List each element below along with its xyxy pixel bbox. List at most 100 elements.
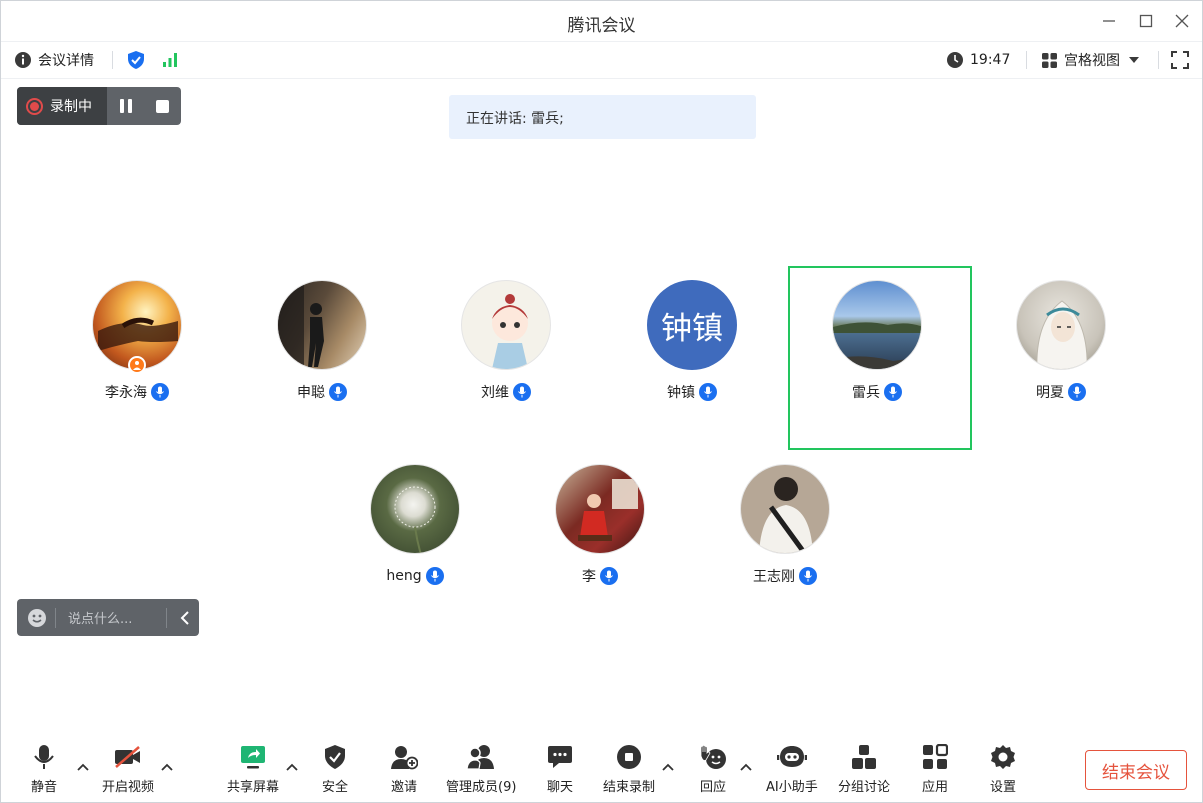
participant-name: 申聪	[297, 385, 325, 401]
participant-tile[interactable]: 李永海	[47, 280, 227, 402]
emoji-icon[interactable]	[27, 608, 47, 628]
apps-button[interactable]: 应用	[922, 744, 948, 795]
mic-icon	[600, 567, 618, 585]
maximize-button[interactable]	[1133, 9, 1159, 33]
avatar	[832, 280, 922, 370]
start-video-button[interactable]: 开启视频	[102, 744, 154, 795]
chevron-up-icon	[662, 763, 674, 771]
mute-label: 静音	[31, 780, 58, 795]
title-bar: 腾讯会议	[1, 1, 1202, 41]
avatar	[461, 280, 551, 370]
react-options-caret[interactable]	[739, 760, 753, 774]
microphone-icon	[34, 745, 54, 769]
security-status[interactable]	[126, 42, 146, 78]
breakout-rooms-button[interactable]: 分组讨论	[838, 744, 890, 795]
apps-grid-icon	[923, 744, 948, 769]
mic-icon	[425, 567, 444, 585]
caret-down-icon	[1129, 57, 1139, 63]
recording-label: 录制中	[50, 99, 92, 115]
manage-members-button[interactable]: 管理成员(9)	[446, 744, 516, 795]
illustration-girl-icon	[1036, 300, 1088, 369]
grid-view-icon	[1042, 52, 1057, 68]
avatar: 钟镇	[647, 280, 737, 370]
audio-options-caret[interactable]	[76, 760, 90, 774]
participant-tile[interactable]: 雷兵	[787, 280, 967, 402]
share-options-caret[interactable]	[285, 760, 299, 774]
share-screen-button[interactable]: 共享屏幕	[227, 744, 279, 795]
hand-emoji-icon	[700, 745, 726, 769]
record-options-caret[interactable]	[661, 760, 675, 774]
meeting-info-button[interactable]: 会议详情	[14, 42, 94, 78]
participant-name: 雷兵	[852, 385, 880, 401]
chevron-up-icon	[161, 763, 173, 771]
close-icon	[1175, 14, 1189, 28]
participant-tile[interactable]: 明夏	[971, 280, 1151, 402]
security-button[interactable]: 安全	[322, 744, 348, 795]
chat-button[interactable]: 聊天	[547, 744, 573, 795]
mic-speaking-icon	[884, 383, 902, 401]
participant-tile[interactable]: 钟镇 钟镇	[602, 280, 782, 402]
invite-label: 邀请	[390, 780, 417, 795]
video-options-caret[interactable]	[160, 760, 174, 774]
ai-assistant-button[interactable]: AI小助手	[766, 744, 818, 795]
avatar	[277, 280, 367, 370]
participant-name: 刘维	[481, 385, 509, 401]
chat-input[interactable]: 说点什么...	[68, 608, 162, 627]
stop-recording-toolbar-button[interactable]: 结束录制	[603, 744, 655, 795]
network-status[interactable]	[161, 42, 179, 78]
camera-off-icon	[115, 746, 140, 768]
participant-name: 王志刚	[753, 569, 795, 585]
participant-name: 钟镇	[667, 385, 695, 401]
signal-bars-icon	[163, 53, 177, 67]
breakout-rooms-label: 分组讨论	[838, 780, 891, 795]
react-button[interactable]: 回应	[698, 744, 728, 795]
avatar	[555, 464, 645, 554]
participant-tile[interactable]: 李	[510, 464, 690, 586]
clock-icon	[947, 52, 963, 68]
shield-check-icon	[325, 745, 345, 769]
minimize-button[interactable]	[1096, 9, 1122, 33]
fullscreen-icon	[1171, 51, 1189, 69]
avatar-initials: 钟镇	[661, 310, 723, 347]
chevron-left-icon[interactable]	[179, 610, 191, 625]
mic-icon	[513, 383, 531, 401]
invite-button[interactable]: 邀请	[390, 744, 418, 795]
start-video-label: 开启视频	[102, 780, 155, 795]
manage-members-label: 管理成员(9)	[446, 780, 517, 795]
participant-tile[interactable]: 刘维	[416, 280, 596, 402]
end-meeting-button[interactable]: 结束会议	[1085, 750, 1187, 790]
share-screen-icon	[241, 746, 265, 769]
host-badge-icon	[128, 356, 146, 374]
record-stop-icon	[617, 745, 641, 769]
view-mode-dropdown[interactable]: 宫格视图	[1041, 42, 1140, 78]
participant-tile[interactable]: 王志刚	[695, 464, 875, 586]
mic-icon	[151, 383, 169, 401]
participant-name: heng	[386, 568, 422, 584]
settings-button[interactable]: 设置	[990, 744, 1016, 795]
person-walking-photo-icon	[278, 281, 324, 369]
breakout-rooms-icon	[852, 745, 876, 769]
avatar	[740, 464, 830, 554]
security-label: 安全	[322, 780, 349, 795]
mute-button[interactable]: 静音	[31, 744, 57, 795]
window-title: 腾讯会议	[567, 16, 636, 36]
gear-icon	[991, 745, 1015, 769]
child-photo-icon	[578, 479, 638, 541]
stop-icon	[156, 99, 169, 113]
minimize-icon	[1103, 20, 1115, 22]
participant-tile[interactable]: 申聪	[232, 280, 412, 402]
pause-recording-button[interactable]	[107, 87, 144, 125]
members-icon	[466, 745, 495, 770]
mic-icon	[329, 383, 347, 401]
meeting-window: 腾讯会议 会议详情 19:47 宫格视图 录制中 正在讲话: 雷兵; 李永海 申…	[0, 0, 1203, 803]
stop-recording-button[interactable]	[144, 87, 181, 125]
settings-label: 设置	[990, 780, 1017, 795]
pause-icon	[119, 99, 132, 113]
fullscreen-button[interactable]	[1171, 42, 1189, 78]
close-button[interactable]	[1169, 9, 1195, 33]
participant-tile[interactable]: heng	[325, 464, 505, 586]
participant-name: 明夏	[1036, 385, 1064, 401]
add-user-icon	[391, 746, 418, 770]
recording-status: 录制中	[17, 87, 107, 125]
dandelion-photo-icon	[394, 486, 436, 553]
